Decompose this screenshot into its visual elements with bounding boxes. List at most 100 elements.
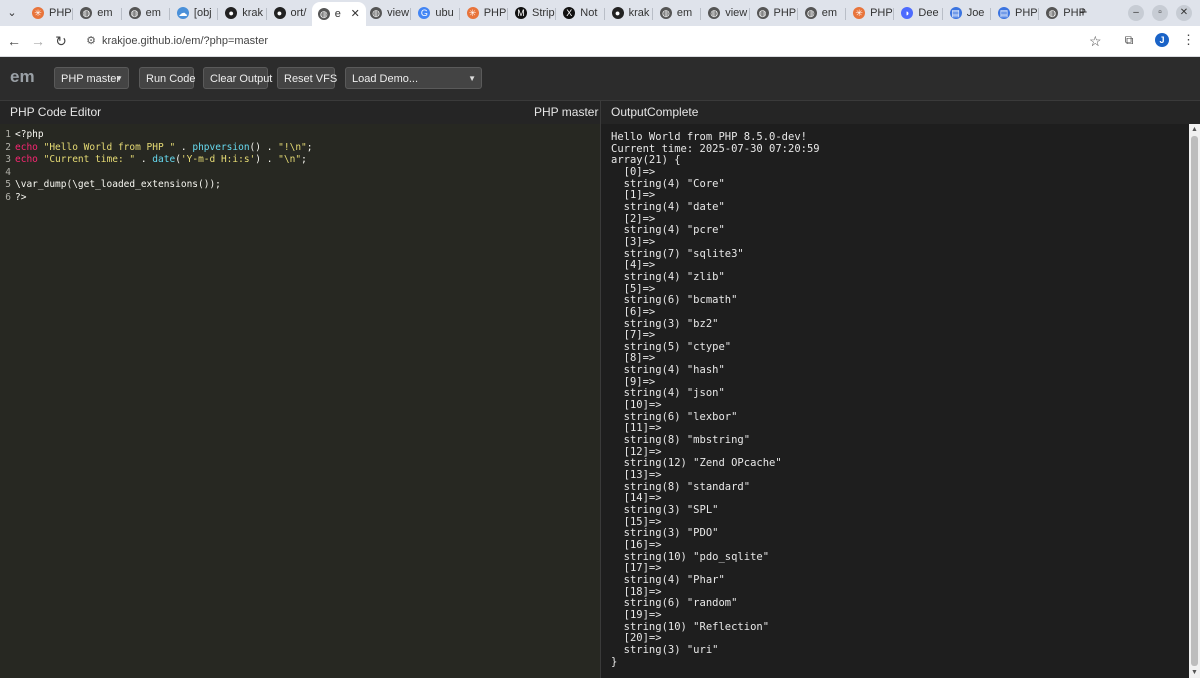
code-token: <?php <box>15 129 44 140</box>
code-token: ?> <box>15 192 27 203</box>
reload-icon[interactable]: ↻ <box>53 33 69 49</box>
browser-tab-label: em <box>97 7 113 19</box>
browser-tab[interactable]: ● ort/ <box>273 3 314 23</box>
browser-tab-label: em <box>676 7 693 19</box>
code-line[interactable]: 3 echo "Current time: " . date('Y-m-d H:i… <box>0 153 307 166</box>
php-icon: ✳ <box>466 7 479 20</box>
scroll-up-icon[interactable]: ▲ <box>1189 124 1200 135</box>
code-line[interactable]: 1 <?php <box>0 128 44 141</box>
app-header: em PHP master ▼ Run Code Clear Output Re… <box>0 57 1200 101</box>
tab-strip: ⌄ ✳ PHP ◍ em ◍ em ☁ [obj ● krak ● ort/ ◍ e ✕ ◍ view Gubu ✳… <box>0 0 1200 26</box>
url-text[interactable]: krakjoe.github.io/em/?php=master <box>102 30 268 52</box>
browser-tab[interactable]: ◍ em <box>804 3 845 23</box>
line-number: 5 <box>5 179 11 191</box>
browser-tab-label: ubu <box>435 7 454 19</box>
globe-icon: ◍ <box>1046 7 1059 20</box>
back-icon[interactable]: ← <box>6 33 22 49</box>
address-bar[interactable]: ⚙ krakjoe.github.io/em/?php=master <box>78 30 1118 52</box>
code-token: "!\n" <box>278 141 307 153</box>
forward-icon[interactable]: → <box>30 33 46 49</box>
code-editor[interactable]: 1 <?php 2 echo "Hello World from PHP " . ph… <box>0 124 600 678</box>
load-demo-select[interactable]: Load Demo... ▼ <box>345 67 482 89</box>
bookmark-star-icon[interactable]: ☆ <box>1089 33 1102 50</box>
browser-tab-label: em <box>145 7 161 19</box>
browser-tab[interactable]: ▤ PHP <box>998 3 1038 23</box>
browser-tab[interactable]: ✳ PHP <box>853 3 893 23</box>
code-token: \var_dump(\get_loaded_extensions()); <box>15 179 221 191</box>
globe-icon: ◍ <box>370 7 383 20</box>
run-code-button[interactable]: Run Code <box>139 67 196 89</box>
browser-tab[interactable]: ◍ PHP <box>756 3 797 23</box>
tab-separator <box>603 8 605 20</box>
code-line[interactable]: 6 ?> <box>0 191 26 204</box>
browser-tab[interactable]: ◍ e ✕ <box>311 2 366 26</box>
browser-tab-label: PHP <box>1015 7 1038 19</box>
browser-tab-label: [obj <box>193 7 212 19</box>
tab-separator <box>265 8 267 20</box>
new-tab-button[interactable]: + <box>1075 3 1091 23</box>
browser-tab[interactable]: ✳ PHP <box>32 3 72 23</box>
github-icon: ● <box>611 7 624 20</box>
browser-tab[interactable]: X Not <box>563 3 603 23</box>
browser-tab-label: Strip <box>532 7 555 19</box>
scroll-thumb[interactable] <box>1191 136 1198 666</box>
code-line[interactable]: 4 <box>0 166 15 179</box>
tab-separator <box>700 8 702 20</box>
output-scrollbar[interactable]: ▲ ▼ <box>1189 124 1200 678</box>
output-header: OutputComplete <box>601 101 1200 125</box>
clear-output-button[interactable]: Clear Output <box>203 67 272 89</box>
globe-icon: ◍ <box>659 7 672 20</box>
browser-toolbar: ← → ↻ ⚙ krakjoe.github.io/em/?php=master <box>0 26 1200 57</box>
tab-separator <box>410 8 412 20</box>
browser-tab[interactable]: ◍ em <box>128 3 169 23</box>
line-number: 1 <box>5 129 11 140</box>
tab-separator <box>796 8 798 20</box>
output-panel[interactable]: Hello World from PHP 8.5.0-dev! Current … <box>601 124 1189 678</box>
line-number: 6 <box>5 192 11 203</box>
line-number: 3 <box>5 154 11 166</box>
browser-tab[interactable]: ◍ view <box>370 3 410 23</box>
minimize-icon[interactable]: – <box>1128 5 1144 21</box>
browser-tab[interactable]: ● krak <box>611 3 652 23</box>
tab-separator <box>217 8 219 20</box>
browser-tab-label: Joe <box>966 7 985 19</box>
browser-tab[interactable]: ☁ [obj <box>176 3 217 23</box>
tab-search-icon[interactable]: ⌄ <box>4 5 20 21</box>
load-demo-select-value: Load Demo... <box>352 73 419 85</box>
browser-tab[interactable]: ◗ Dee <box>901 3 941 23</box>
code-line[interactable]: 2 echo "Hello World from PHP " . phpversi… <box>0 141 312 154</box>
browser-tab[interactable]: ◍ em <box>80 3 120 23</box>
browser-tab[interactable]: ◍ view <box>708 3 748 23</box>
editor-header: PHP Code Editor PHP master <box>0 101 600 125</box>
close-tab-icon[interactable]: ✕ <box>351 2 360 26</box>
browser-tab[interactable]: ● krak <box>225 3 265 23</box>
code-token: "Current time: " <box>43 154 136 166</box>
profile-avatar[interactable]: J <box>1155 33 1169 47</box>
reset-vfs-button[interactable]: Reset VFS <box>277 67 337 89</box>
browser-tab[interactable]: Gubu <box>418 3 458 23</box>
browser-tab[interactable]: ▤ Joe <box>949 3 990 23</box>
site-info-icon[interactable]: ⚙ <box>84 34 98 48</box>
tab-separator <box>507 8 508 20</box>
extensions-icon[interactable]: ⧉ <box>1121 32 1137 48</box>
browser-tab[interactable]: ◍ em <box>659 3 700 23</box>
code-token: date <box>152 154 176 166</box>
output-title: OutputComplete <box>611 105 699 119</box>
scroll-down-icon[interactable]: ▼ <box>1189 667 1200 678</box>
php-version-select-value: PHP master <box>61 73 121 85</box>
editor-title: PHP Code Editor <box>10 105 102 119</box>
php-version-select[interactable]: PHP master ▼ <box>54 67 129 89</box>
docs-icon: ▤ <box>998 7 1010 20</box>
code-token: 'Y-m-d H:i:s' <box>180 154 256 166</box>
line-number: 2 <box>5 141 11 153</box>
globe-icon: ◍ <box>756 7 769 20</box>
browser-tab[interactable]: ✳ PHP <box>466 3 507 23</box>
app-logo: em <box>10 67 35 86</box>
code-line[interactable]: 5 \var_dump(\get_loaded_extensions()); <box>0 178 221 191</box>
browser-tab[interactable]: M Strip <box>515 3 555 23</box>
close-window-icon[interactable]: ✕ <box>1176 5 1192 21</box>
restore-icon[interactable]: ▫ <box>1152 5 1168 21</box>
browser-menu-icon[interactable]: ⋮ <box>1182 32 1195 48</box>
code-token: . <box>175 141 193 153</box>
tab-separator <box>845 8 847 20</box>
